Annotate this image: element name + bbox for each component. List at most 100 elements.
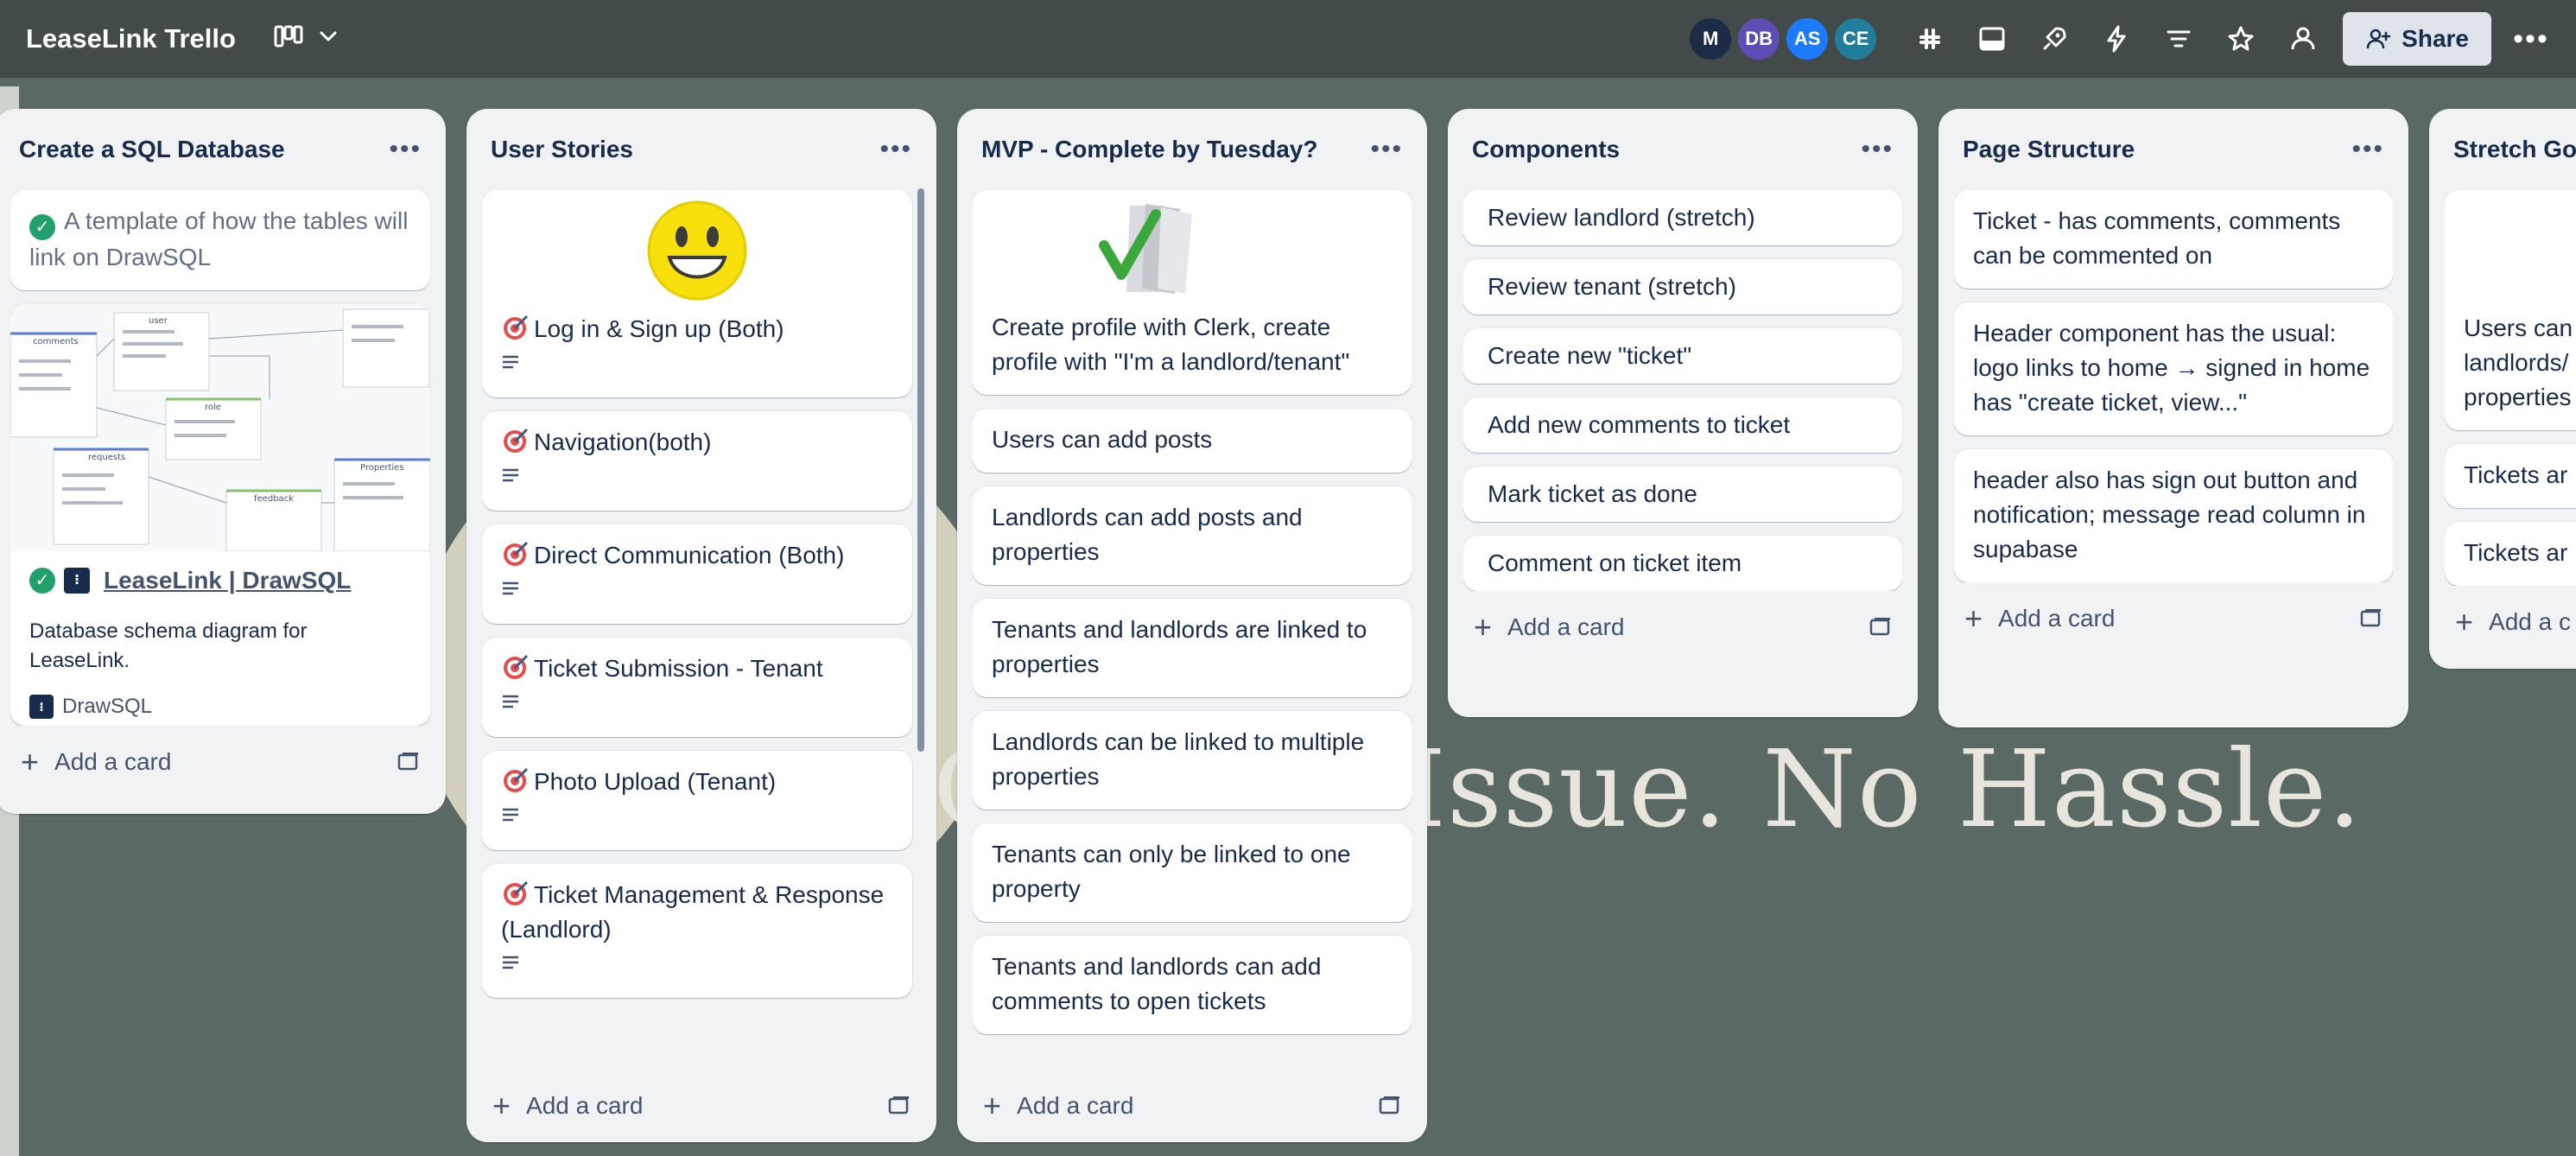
- board-title[interactable]: LeaseLink Trello: [26, 23, 236, 54]
- slack-icon[interactable]: [1899, 13, 1961, 65]
- card[interactable]: Tenants and landlords can add comments t…: [973, 936, 1412, 1034]
- card[interactable]: ✓ A template of how the tables will link …: [10, 190, 430, 290]
- card[interactable]: Add new comments to ticket: [1463, 397, 1902, 453]
- card[interactable]: Photo Upload (Tenant): [482, 751, 912, 850]
- card-text: Photo Upload (Tenant): [534, 768, 777, 795]
- list-mvp: MVP - Complete by Tuesday? ••• Create pr…: [957, 109, 1427, 1142]
- list-title[interactable]: Components: [1472, 136, 1620, 163]
- list-menu-icon[interactable]: •••: [1861, 135, 1894, 164]
- add-card-button[interactable]: + Add a card: [1954, 582, 2393, 655]
- description-icon: [503, 808, 518, 822]
- avatar[interactable]: DB: [1736, 16, 1782, 61]
- card[interactable]: header also has sign out button and noti…: [1954, 449, 2393, 582]
- list-title[interactable]: Page Structure: [1963, 136, 2135, 163]
- card[interactable]: Log in & Sign up (Both): [482, 190, 912, 397]
- list-header[interactable]: Stretch Go: [2445, 109, 2576, 190]
- list-header[interactable]: User Stories •••: [482, 109, 921, 190]
- add-person-icon: [2366, 29, 2391, 49]
- card-text: Landlords can add posts and properties: [992, 504, 1303, 565]
- card-text: Tenants and landlords can add comments t…: [992, 953, 1322, 1014]
- card-template-icon[interactable]: [1379, 1095, 1401, 1117]
- card[interactable]: Tickets ar: [2445, 444, 2576, 508]
- card[interactable]: Users can add posts: [973, 409, 1412, 473]
- list-title[interactable]: MVP - Complete by Tuesday?: [981, 136, 1317, 163]
- svg-text:requests: requests: [88, 453, 125, 462]
- avatar[interactable]: AS: [1785, 16, 1830, 61]
- card-list: Review landlord (stretch) Review tenant …: [1463, 190, 1902, 591]
- card[interactable]: Comment on ticket item: [1463, 536, 1902, 591]
- card-template-icon[interactable]: [888, 1095, 910, 1117]
- add-card-button[interactable]: + Add a card: [10, 726, 430, 798]
- board-icon[interactable]: [274, 23, 303, 55]
- svg-text:user: user: [149, 316, 168, 326]
- card-text: header also has sign out button and noti…: [1973, 467, 2366, 562]
- card-text: Direct Communication (Both): [534, 542, 845, 568]
- star-icon[interactable]: [2210, 13, 2272, 65]
- card[interactable]: Header component has the usual: logo lin…: [1954, 302, 2393, 435]
- team-visibility-icon[interactable]: [2272, 13, 2334, 65]
- card[interactable]: Create new "ticket": [1463, 328, 1902, 384]
- svg-text:role: role: [205, 403, 221, 412]
- list-sql-database: Create a SQL Database ••• ✓ A template of…: [0, 109, 446, 814]
- share-button[interactable]: Share: [2343, 12, 2491, 66]
- card-template-icon[interactable]: [2360, 607, 2382, 630]
- card[interactable]: Ticket - has comments, comments can be c…: [1954, 190, 2393, 289]
- card[interactable]: Tenants and landlords are linked to prop…: [973, 599, 1412, 697]
- board-header: LeaseLink Trello M DB AS CE Share •••: [0, 0, 2576, 78]
- lightning-icon[interactable]: [2085, 13, 2148, 65]
- card[interactable]: Mark ticket as done: [1463, 467, 1902, 522]
- list-header[interactable]: MVP - Complete by Tuesday? •••: [973, 109, 1412, 190]
- filter-icon[interactable]: [2148, 13, 2210, 65]
- card-template-icon[interactable]: [1869, 616, 1892, 638]
- list-menu-icon[interactable]: •••: [2351, 135, 2384, 164]
- card-template-icon[interactable]: [397, 751, 420, 773]
- description-icon: [503, 355, 518, 369]
- add-card-button[interactable]: + Add a c: [2445, 586, 2576, 658]
- list-header[interactable]: Page Structure •••: [1954, 109, 2393, 190]
- list-menu-icon[interactable]: •••: [1370, 135, 1403, 164]
- chevron-down-icon[interactable]: [317, 25, 339, 54]
- more-menu-icon[interactable]: •••: [2500, 13, 2562, 65]
- rocket-icon[interactable]: [2023, 13, 2085, 65]
- list-menu-icon[interactable]: •••: [879, 135, 912, 164]
- list-title[interactable]: Create a SQL Database: [19, 136, 285, 163]
- card-text: Ticket Submission - Tenant: [534, 655, 823, 682]
- svg-text:comments: comments: [33, 337, 79, 346]
- card[interactable]: Review tenant (stretch): [1463, 259, 1902, 314]
- card[interactable]: Ticket Submission - Tenant: [482, 638, 912, 737]
- card[interactable]: Ticket Management & Response (Landlord): [482, 864, 912, 998]
- add-card-button[interactable]: + Add a card: [482, 1070, 921, 1142]
- add-card-button[interactable]: + Add a card: [1463, 591, 1902, 664]
- card[interactable]: Landlords can add posts and properties: [973, 486, 1412, 585]
- card[interactable]: Tickets ar: [2445, 522, 2576, 586]
- avatar[interactable]: CE: [1833, 16, 1879, 61]
- card[interactable]: Create profile with Clerk, create profil…: [973, 190, 1412, 395]
- card-icon[interactable]: [1961, 13, 2023, 65]
- checkmark-icon: ✓: [29, 568, 55, 594]
- list-title[interactable]: Stretch Go: [2453, 136, 2576, 163]
- plus-icon: +: [1964, 600, 1983, 636]
- card[interactable]: Tenants can only be linked to one proper…: [973, 823, 1412, 922]
- list-title[interactable]: User Stories: [491, 136, 633, 163]
- description-icon: [503, 468, 518, 482]
- card-text: Header component has the usual: logo lin…: [1973, 320, 2370, 416]
- list-header[interactable]: Create a SQL Database •••: [10, 109, 430, 190]
- card[interactable]: Navigation(both): [482, 411, 912, 511]
- add-card-button[interactable]: + Add a card: [973, 1070, 1412, 1142]
- dart-target-icon: [504, 654, 529, 679]
- list-page-structure: Page Structure ••• Ticket - has comments…: [1938, 109, 2408, 727]
- card[interactable]: Direct Communication (Both): [482, 524, 912, 624]
- list-scrollbar[interactable]: [917, 188, 924, 752]
- card[interactable]: Review landlord (stretch): [1463, 190, 1902, 245]
- avatar[interactable]: M: [1688, 16, 1734, 61]
- list-header[interactable]: Components •••: [1463, 109, 1902, 190]
- list-menu-icon[interactable]: •••: [389, 135, 422, 164]
- link-card[interactable]: user comments role requests feedback Pro…: [10, 304, 430, 726]
- link-title[interactable]: LeaseLink | DrawSQL: [104, 563, 351, 598]
- card[interactable]: Landlords can be linked to multiple prop…: [973, 711, 1412, 810]
- card[interactable]: Users can landlords/ properties: [2445, 190, 2576, 430]
- card-text: Comment on ticket item: [1488, 549, 1742, 576]
- view-switcher[interactable]: [274, 23, 339, 55]
- smiley-cover: [501, 199, 893, 312]
- card-list: Create profile with Clerk, create profil…: [973, 190, 1412, 1070]
